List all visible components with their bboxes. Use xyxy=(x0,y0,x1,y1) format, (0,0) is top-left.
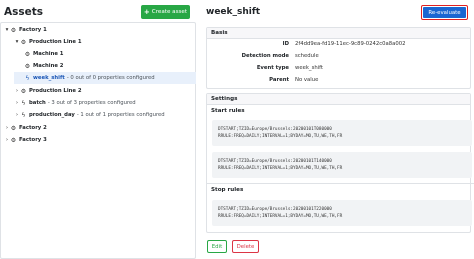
tree-item-label: Machine 1 xyxy=(33,51,64,57)
tree-item-desc: - 1 out of 1 properties configured xyxy=(76,112,165,118)
field-value: No value xyxy=(295,77,319,83)
page-title: week_shift xyxy=(206,7,261,17)
tree-item-factory-3[interactable]: › ⚙ Factory 3 xyxy=(4,134,47,146)
field-event-type: Event type week_shift xyxy=(207,65,472,75)
assets-title: Assets xyxy=(4,6,44,18)
start-rule-1: DTSTART;TZID=Europe/Brussels:20200101T08… xyxy=(212,120,472,146)
tree-item-label: production_day xyxy=(29,112,75,118)
tree-item-factory-2[interactable]: › ⚙ Factory 2 xyxy=(4,122,47,134)
start-rule-2: DTSTART;TZID=Europe/Brussels:20200101T14… xyxy=(212,152,472,178)
tree-item-production-day[interactable]: › ϟ production_day - 1 out of 1 properti… xyxy=(14,109,165,121)
field-value: schedule xyxy=(295,53,319,59)
create-asset-button[interactable]: + Create asset xyxy=(141,5,190,19)
basis-header: Basis xyxy=(207,28,470,39)
factory-icon: ⚙ xyxy=(10,136,17,144)
tree-item-production-line-1[interactable]: ▾ ⚙ Production Line 1 xyxy=(14,36,82,48)
re-evaluate-label: Re-evaluate xyxy=(423,7,466,18)
tree-item-week-shift[interactable]: ϟ week_shift - 0 out of 0 properties con… xyxy=(14,72,196,84)
assets-panel: Assets + Create asset ▾ ⚙ Factory 1 ▾ ⚙ … xyxy=(0,0,196,259)
stop-rule-1: DTSTART;TZID=Europe/Brussels:20200101T22… xyxy=(212,200,472,226)
factory-icon: ⚙ xyxy=(24,50,31,58)
field-parent: Parent No value xyxy=(207,77,472,87)
tree-item-label: Factory 2 xyxy=(19,125,47,131)
factory-icon: ⚙ xyxy=(10,26,17,34)
re-evaluate-button[interactable]: Re-evaluate xyxy=(421,5,468,20)
field-value: 2f4dd9ea-fd19-11ec-9c89-0242c0a8a002 xyxy=(295,41,406,47)
field-id: ID 2f4dd9ea-fd19-11ec-9c89-0242c0a8a002 xyxy=(207,41,472,51)
tree-item-label: Production Line 2 xyxy=(29,88,82,94)
field-key: ID xyxy=(282,41,289,47)
divider xyxy=(207,183,474,184)
tree-item-machine-1[interactable]: ⚙ Machine 1 xyxy=(24,48,64,60)
field-key: Detection mode xyxy=(241,53,289,59)
tree-item-label: Factory 3 xyxy=(19,137,47,143)
settings-card: Settings Start rules DTSTART;TZID=Europe… xyxy=(206,93,474,233)
factory-icon: ⚙ xyxy=(20,87,27,95)
tree-item-label: week_shift xyxy=(33,75,65,81)
tree-item-factory-1[interactable]: ▾ ⚙ Factory 1 xyxy=(4,24,47,36)
asset-tree: ▾ ⚙ Factory 1 ▾ ⚙ Production Line 1 ⚙ Ma… xyxy=(0,22,196,259)
detail-panel: week_shift Re-evaluate Basis ID 2f4dd9ea… xyxy=(201,0,474,259)
tree-item-machine-2[interactable]: ⚙ Machine 2 xyxy=(24,60,64,72)
bolt-icon: ϟ xyxy=(21,99,26,107)
tree-item-desc: - 0 out of 0 properties configured xyxy=(66,75,155,81)
factory-icon: ⚙ xyxy=(24,62,31,70)
field-key: Event type xyxy=(256,65,289,71)
tree-item-label: batch xyxy=(29,100,46,106)
tree-item-label: Factory 1 xyxy=(19,27,47,33)
delete-button[interactable]: Delete xyxy=(232,240,259,253)
edit-button[interactable]: Edit xyxy=(207,240,227,253)
start-rules-heading: Start rules xyxy=(211,108,245,114)
factory-icon: ⚙ xyxy=(10,124,17,132)
field-detection-mode: Detection mode schedule xyxy=(207,53,472,63)
field-value: week_shift xyxy=(295,65,324,71)
bolt-icon: ϟ xyxy=(21,111,26,119)
tree-item-batch[interactable]: › ϟ batch - 3 out of 3 properties config… xyxy=(14,97,136,109)
create-asset-label: Create asset xyxy=(151,9,188,15)
tree-item-label: Machine 2 xyxy=(33,63,64,69)
basis-card: Basis ID 2f4dd9ea-fd19-11ec-9c89-0242c0a… xyxy=(206,27,471,89)
factory-icon: ⚙ xyxy=(20,38,27,46)
stop-rules-heading: Stop rules xyxy=(211,187,244,193)
bolt-icon: ϟ xyxy=(25,74,30,82)
field-key: Parent xyxy=(269,77,289,83)
tree-item-desc: - 3 out of 3 properties configured xyxy=(47,100,136,106)
settings-header: Settings xyxy=(207,94,470,105)
plus-icon: + xyxy=(143,7,150,16)
tree-item-production-line-2[interactable]: › ⚙ Production Line 2 xyxy=(14,85,82,97)
tree-item-label: Production Line 1 xyxy=(29,39,82,45)
